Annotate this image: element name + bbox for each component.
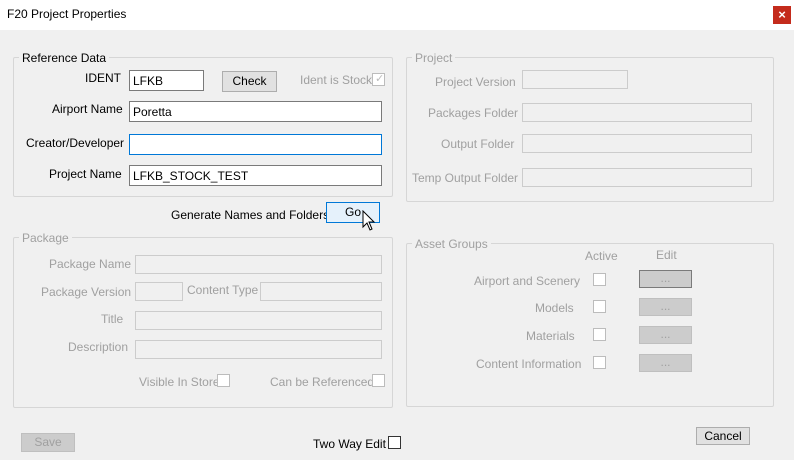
reference-data-legend: Reference Data <box>19 51 110 65</box>
asset-row-edit-button[interactable]: ... <box>639 270 692 288</box>
mouse-cursor-icon <box>362 210 376 231</box>
visible-in-store-label: Visible In Store <box>139 375 220 389</box>
asset-row-edit-button[interactable]: ... <box>639 354 692 372</box>
asset-groups-group <box>406 243 774 407</box>
asset-groups-legend: Asset Groups <box>412 237 491 251</box>
active-column-header: Active <box>585 249 618 263</box>
close-icon: × <box>778 7 786 22</box>
temp-output-folder-label: Temp Output Folder <box>412 171 519 185</box>
description-label: Description <box>68 340 129 354</box>
check-button[interactable]: Check <box>222 71 277 92</box>
asset-row-active-checkbox[interactable] <box>593 328 606 341</box>
asset-row-edit-button[interactable]: ... <box>639 298 692 316</box>
close-button[interactable]: × <box>773 6 791 24</box>
can-be-referenced-checkbox[interactable] <box>372 374 385 387</box>
project-name-label: Project Name <box>49 167 122 181</box>
ident-field[interactable]: LFKB <box>129 70 204 91</box>
packages-folder-label: Packages Folder <box>428 106 519 120</box>
project-version-field[interactable] <box>522 70 628 89</box>
two-way-edit-checkbox[interactable] <box>388 436 401 449</box>
ident-label: IDENT <box>85 71 121 85</box>
description-field[interactable] <box>135 340 382 359</box>
project-legend: Project <box>412 51 456 65</box>
ident-is-stock-checkbox[interactable]: ✓ <box>372 73 385 86</box>
airport-name-label: Airport Name <box>52 102 123 116</box>
package-name-field[interactable] <box>135 255 382 274</box>
edit-column-header: Edit <box>656 248 677 262</box>
checkmark-icon: ✓ <box>375 73 385 85</box>
creator-developer-field[interactable] <box>129 134 382 155</box>
title-field[interactable] <box>135 311 382 330</box>
creator-developer-label: Creator/Developer <box>26 136 125 150</box>
output-folder-label: Output Folder <box>441 137 515 151</box>
can-be-referenced-label: Can be Referenced <box>270 375 375 389</box>
asset-row-label: Models <box>535 301 574 315</box>
two-way-edit-label: Two Way Edit <box>313 437 386 451</box>
asset-row-active-checkbox[interactable] <box>593 300 606 313</box>
content-type-field[interactable] <box>260 282 382 301</box>
project-name-field[interactable]: LFKB_STOCK_TEST <box>129 165 382 186</box>
airport-name-field[interactable]: Poretta <box>129 101 382 122</box>
temp-output-folder-field[interactable] <box>522 168 752 187</box>
package-name-label: Package Name <box>49 257 132 271</box>
visible-in-store-checkbox[interactable] <box>217 374 230 387</box>
asset-row-active-checkbox[interactable] <box>593 356 606 369</box>
cancel-button[interactable]: Cancel <box>696 427 750 445</box>
package-version-field[interactable] <box>135 282 183 301</box>
package-version-label: Package Version <box>41 285 132 299</box>
packages-folder-field[interactable] <box>522 103 752 122</box>
project-version-label: Project Version <box>435 75 516 89</box>
package-legend: Package <box>19 231 72 245</box>
title-label: Title <box>101 312 124 326</box>
asset-row-edit-button[interactable]: ... <box>639 326 692 344</box>
asset-row-active-checkbox[interactable] <box>593 273 606 286</box>
generate-names-label: Generate Names and Folders <box>171 208 330 222</box>
output-folder-field[interactable] <box>522 134 752 153</box>
window-title: F20 Project Properties <box>7 7 127 21</box>
asset-row-label: Content Information <box>476 357 582 371</box>
asset-row-label: Airport and Scenery <box>474 274 581 288</box>
ident-is-stock-label: Ident is Stock <box>300 73 373 87</box>
save-button[interactable]: Save <box>21 433 75 452</box>
content-type-label: Content Type <box>187 283 259 297</box>
asset-row-label: Materials <box>526 329 575 343</box>
